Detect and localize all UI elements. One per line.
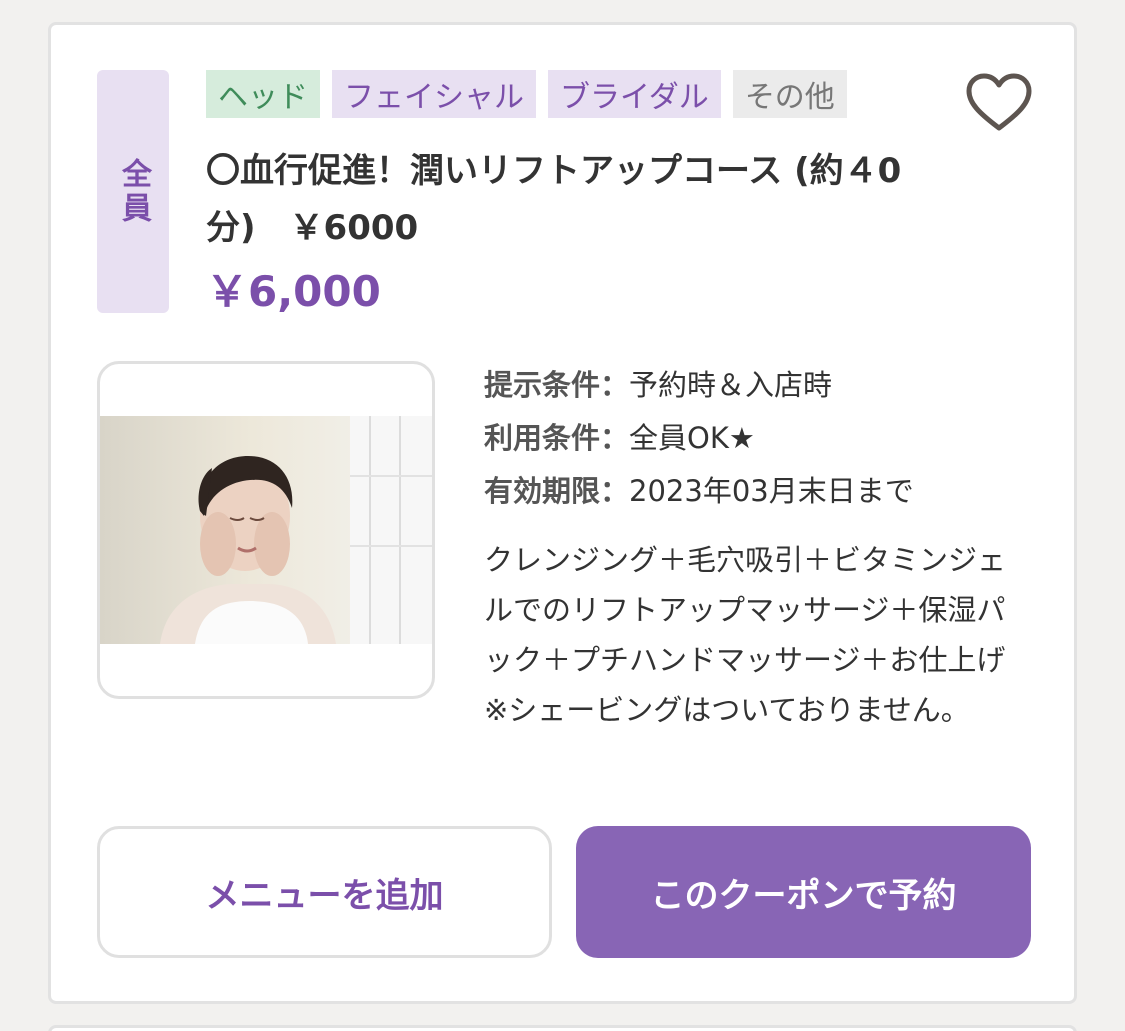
coupon-description: クレンジング＋毛穴吸引＋ビタミンジェルでのリフトアップマッサージ＋保湿パック＋プ…	[484, 543, 1064, 727]
target-badge: 全員	[97, 70, 169, 313]
tag-other: その他	[732, 70, 847, 118]
target-label: 全員	[116, 157, 151, 226]
category-tags: ヘッド フェイシャル ブライダル その他	[206, 70, 847, 118]
coupon-photo	[97, 361, 435, 699]
condition-value: 2023年03月末日まで	[629, 474, 914, 508]
next-coupon-card-edge	[48, 1025, 1077, 1031]
condition-value: 全員OK★	[629, 421, 755, 455]
condition-label: 提示条件：	[484, 368, 630, 402]
add-menu-button[interactable]: メニューを追加	[97, 826, 552, 958]
condition-label: 利用条件：	[484, 421, 630, 455]
condition-expiry: 有効期限：2023年03月末日まで	[484, 465, 914, 518]
woman-face-photo	[100, 416, 432, 644]
condition-value: 予約時＆入店時	[629, 368, 833, 402]
tag-head: ヘッド	[206, 70, 320, 118]
tag-bridal: ブライダル	[548, 70, 721, 118]
tag-facial: フェイシャル	[332, 70, 536, 118]
coupon-title: 〇血行促進！潤いリフトアップコース (約４0分) ￥6000	[206, 151, 902, 248]
reserve-with-coupon-button[interactable]: このクーポンで予約	[576, 826, 1031, 958]
conditions: 提示条件：予約時＆入店時 利用条件：全員OK★ 有効期限：2023年03月末日ま…	[484, 359, 914, 518]
condition-usage: 利用条件：全員OK★	[484, 412, 914, 465]
condition-label: 有効期限：	[484, 474, 630, 508]
coupon-price: ￥6,000	[206, 267, 381, 316]
condition-present: 提示条件：予約時＆入店時	[484, 359, 914, 412]
coupon-card: 全員 ヘッド フェイシャル ブライダル その他 〇血行促進！潤いリフトアップコー…	[48, 22, 1077, 1004]
favorite-heart-icon[interactable]	[965, 73, 1033, 133]
